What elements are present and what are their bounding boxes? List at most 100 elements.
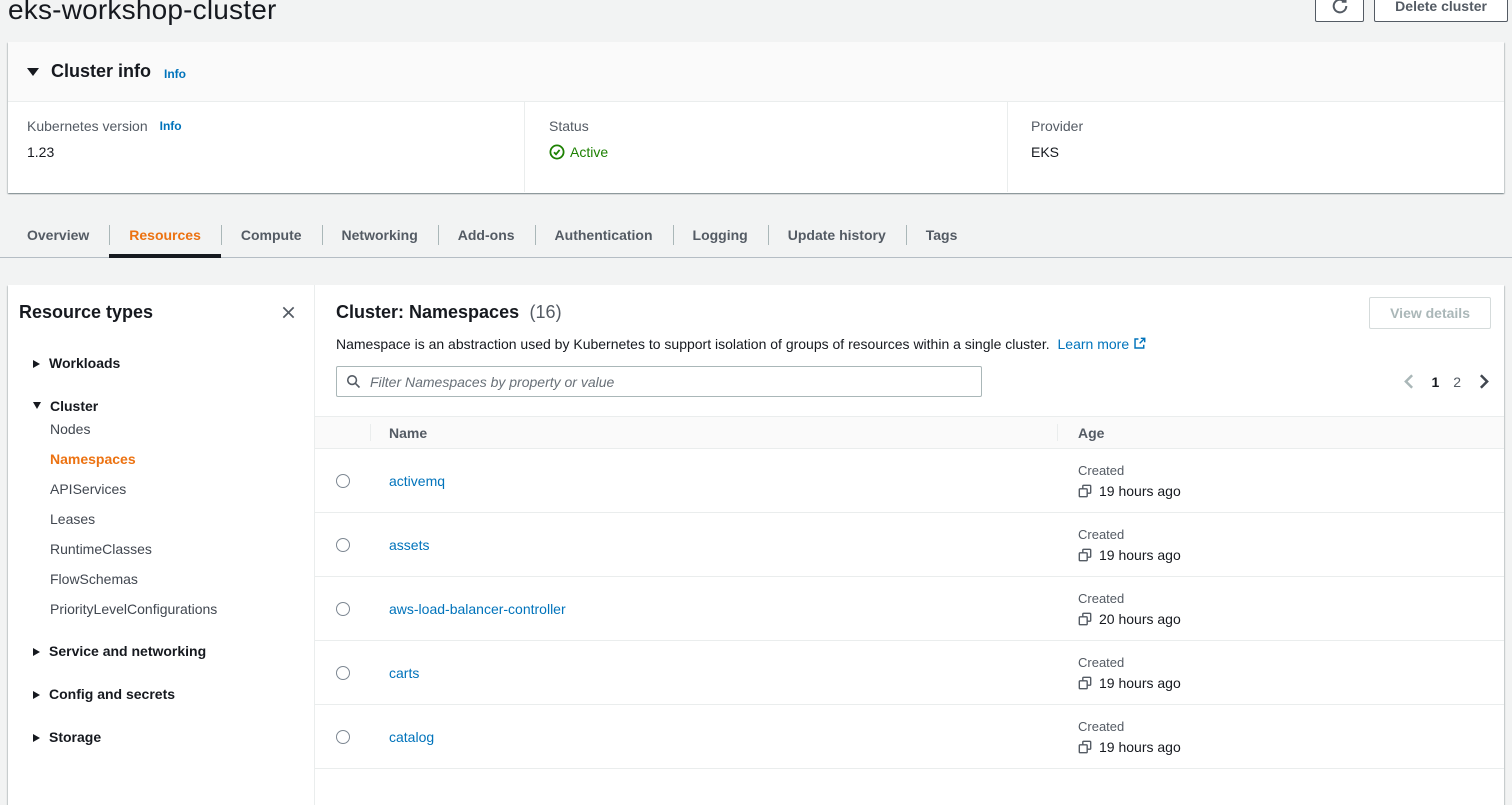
column-header-age: Age: [1057, 417, 1504, 448]
tab-tags[interactable]: Tags: [906, 214, 978, 257]
status-badge: Active: [549, 144, 1007, 160]
pagination-page-1[interactable]: 1: [1427, 374, 1445, 390]
tab-label: Networking: [342, 227, 418, 243]
sidebar-item-prioritylevelconfigurations[interactable]: PriorityLevelConfigurations: [8, 594, 314, 624]
sidebar-item-label: Cluster: [50, 398, 98, 414]
search-icon: [346, 374, 361, 389]
row-radio[interactable]: [336, 666, 350, 680]
copy-icon[interactable]: [1078, 612, 1092, 626]
sidebar-item-storage[interactable]: Storage: [8, 729, 314, 745]
sidebar-item-label: Storage: [49, 729, 101, 745]
table-row-assets: assets Created: [315, 513, 1504, 577]
sidebar-item-runtimeclasses[interactable]: RuntimeClasses: [8, 534, 314, 564]
sidebar-item-config-and-secrets[interactable]: Config and secrets: [8, 686, 314, 702]
cluster-info-header[interactable]: Cluster info Info: [8, 42, 1504, 102]
tab-label: Resources: [129, 227, 201, 243]
resource-types-sidebar: Resource types Workloads Cluster Nodes: [8, 285, 315, 805]
cluster-info-title: Cluster info: [51, 61, 151, 82]
table-row-carts: carts Created 1: [315, 641, 1504, 705]
tab-authentication[interactable]: Authentication: [535, 214, 673, 257]
namespace-link[interactable]: activemq: [389, 473, 445, 489]
table-row-activemq: activemq Created: [315, 449, 1504, 513]
row-radio[interactable]: [336, 730, 350, 744]
sidebar-item-label: Namespaces: [50, 451, 136, 467]
sidebar-item-flowschemas[interactable]: FlowSchemas: [8, 564, 314, 594]
namespace-link[interactable]: assets: [389, 537, 429, 553]
tab-label: Tags: [926, 227, 958, 243]
sidebar-item-cluster[interactable]: Cluster: [8, 398, 314, 414]
kubernetes-version-label: Kubernetes version Info: [27, 118, 524, 134]
cluster-info-card: Cluster info Info Kubernetes version Inf…: [8, 42, 1504, 193]
sidebar-item-label: Nodes: [50, 421, 90, 437]
tab-networking[interactable]: Networking: [322, 214, 438, 257]
sidebar-item-label: Workloads: [49, 355, 120, 371]
chevron-down-icon: [27, 68, 39, 76]
age-value: 20 hours ago: [1099, 611, 1181, 627]
created-label: Created: [1078, 527, 1124, 542]
namespace-link[interactable]: carts: [389, 665, 419, 681]
tab-update-history[interactable]: Update history: [768, 214, 906, 257]
filter-input[interactable]: [336, 366, 982, 397]
sidebar-item-leases[interactable]: Leases: [8, 504, 314, 534]
namespace-link[interactable]: aws-load-balancer-controller: [389, 601, 566, 617]
tab-logging[interactable]: Logging: [673, 214, 768, 257]
external-link-icon: [1133, 335, 1146, 353]
sidebar-item-label: PriorityLevelConfigurations: [50, 601, 217, 617]
row-radio[interactable]: [336, 602, 350, 616]
close-icon[interactable]: [281, 305, 296, 320]
copy-icon[interactable]: [1078, 740, 1092, 754]
tab-resources[interactable]: Resources: [109, 214, 221, 257]
table-row-aws-load-balancer-controller: aws-load-balancer-controller Created: [315, 577, 1504, 641]
sidebar-item-service-and-networking[interactable]: Service and networking: [8, 643, 314, 659]
pagination-next-icon[interactable]: [1477, 374, 1491, 389]
pagination-page-2[interactable]: 2: [1448, 374, 1466, 390]
page-title: eks-workshop-cluster: [8, 0, 277, 26]
caret-icon: [33, 734, 40, 742]
kubernetes-version-value: 1.23: [27, 144, 524, 160]
pagination-prev-icon[interactable]: [1402, 374, 1416, 389]
namespace-link[interactable]: catalog: [389, 729, 434, 745]
created-label: Created: [1078, 463, 1124, 478]
cluster-info-body: Kubernetes version Info 1.23 Status Acti…: [8, 102, 1504, 192]
age-value: 19 hours ago: [1099, 739, 1181, 755]
age-value: 19 hours ago: [1099, 483, 1181, 499]
cluster-info-info-link[interactable]: Info: [164, 67, 186, 81]
tab-label: Logging: [693, 227, 748, 243]
learn-more-link[interactable]: Learn more: [1058, 335, 1147, 353]
sidebar-item-label: RuntimeClasses: [50, 541, 152, 557]
sidebar-item-label: APIServices: [50, 481, 126, 497]
age-value: 19 hours ago: [1099, 675, 1181, 691]
caret-icon: [33, 360, 40, 368]
refresh-button[interactable]: [1315, 0, 1364, 22]
namespaces-count: (16): [530, 302, 562, 322]
namespaces-content: Cluster: Namespaces (16) View details Na…: [315, 285, 1504, 805]
header-actions: Delete cluster: [1315, 0, 1508, 22]
sidebar-item-nodes[interactable]: Nodes: [8, 414, 314, 444]
copy-icon[interactable]: [1078, 484, 1092, 498]
tab-overview[interactable]: Overview: [7, 214, 109, 257]
sidebar-item-label: Config and secrets: [49, 686, 175, 702]
resource-types-title: Resource types: [19, 302, 153, 323]
row-radio[interactable]: [336, 538, 350, 552]
age-value: 19 hours ago: [1099, 547, 1181, 563]
row-radio[interactable]: [336, 474, 350, 488]
tab-add-ons[interactable]: Add-ons: [438, 214, 535, 257]
caret-icon: [33, 648, 40, 656]
column-header-name: Name: [370, 417, 1057, 448]
delete-cluster-button[interactable]: Delete cluster: [1374, 0, 1508, 22]
resources-panel: Resource types Workloads Cluster Nodes: [8, 285, 1504, 805]
cluster-tabs: Overview Resources Compute Networking Ad…: [0, 214, 1512, 258]
tab-compute[interactable]: Compute: [221, 214, 322, 257]
sidebar-item-apiservices[interactable]: APIServices: [8, 474, 314, 504]
kubernetes-version-info-link[interactable]: Info: [160, 119, 182, 133]
caret-icon: [33, 691, 40, 699]
view-details-button[interactable]: View details: [1369, 297, 1491, 329]
filter-box: [336, 366, 982, 397]
copy-icon[interactable]: [1078, 548, 1092, 562]
tab-label: Overview: [27, 227, 89, 243]
tab-label: Compute: [241, 227, 302, 243]
sidebar-item-workloads[interactable]: Workloads: [8, 355, 314, 371]
sidebar-item-namespaces[interactable]: Namespaces: [8, 444, 314, 474]
check-circle-icon: [549, 144, 565, 160]
copy-icon[interactable]: [1078, 676, 1092, 690]
